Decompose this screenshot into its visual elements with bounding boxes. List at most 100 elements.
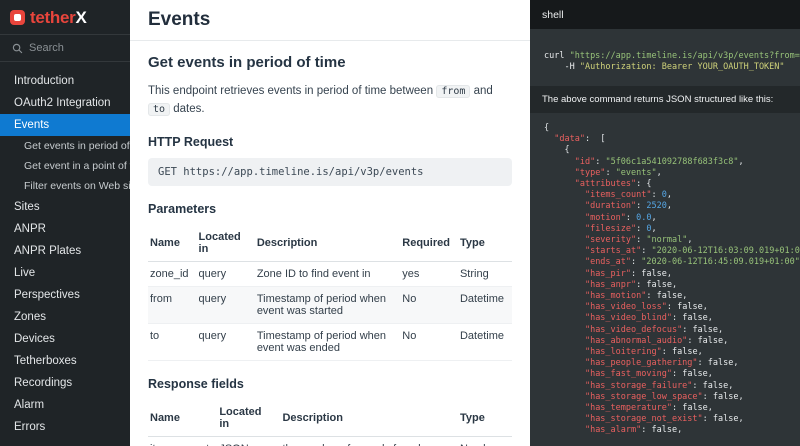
sidebar-item[interactable]: Zones <box>0 306 130 328</box>
search-box <box>0 34 130 62</box>
sidebar-item[interactable]: Alarm <box>0 394 130 416</box>
logo[interactable]: tetherX <box>0 0 130 34</box>
table-row: from query Timestamp of period when event … <box>148 286 512 324</box>
http-request-code: GET https://app.timeline.is/api/v3p/even… <box>148 157 512 186</box>
code-line: "has_motion": false, <box>584 291 688 302</box>
table-cell: String <box>457 261 512 287</box>
code-line: { <box>544 145 570 156</box>
search-icon <box>12 43 23 53</box>
table-cell: from <box>148 286 197 324</box>
code-line: "has_people_gathering": false, <box>584 358 739 369</box>
logo-brand: tether <box>30 8 76 27</box>
code-line: "has_video_defocus": false, <box>584 324 724 335</box>
page-title: Events <box>148 9 211 30</box>
logo-text: tetherX <box>30 8 87 27</box>
sidebar: tetherX IntroductionOAuth2 IntegrationEv… <box>0 0 130 446</box>
sidebar-item[interactable]: ANPR Plates <box>0 240 130 262</box>
code-panel: shell curl "https://app.timeline.is/api/… <box>530 0 800 446</box>
code-line: curl "https://app.timeline.is/api/v3p/ev… <box>544 51 800 61</box>
parameters-heading: Parameters <box>148 201 217 216</box>
sidebar-item[interactable]: Perspectives <box>0 284 130 306</box>
code-line: -H "Authorization: Bearer YOUR_OAUTH_TOK… <box>544 62 785 72</box>
table-cell: No <box>400 286 458 324</box>
column-header: Required <box>400 224 458 262</box>
content-body: Get events in period of time This endpoi… <box>130 41 530 446</box>
column-header: Description <box>254 224 401 262</box>
code-line: "duration": 2520, <box>584 201 672 212</box>
inline-code: to <box>148 102 171 116</box>
code-line: "starts_at": "2020-06-12T16:03:09.019+01… <box>584 246 800 257</box>
column-header: Name <box>148 224 197 262</box>
table-cell: Datetime <box>457 323 512 361</box>
sidebar-subitem[interactable]: Filter events on Web site <box>0 176 130 196</box>
code-line: "has_loitering": false, <box>584 347 703 358</box>
inline-code: from <box>436 85 471 98</box>
code-annotation: The above command returns JSON structure… <box>530 86 800 113</box>
section-title: Get events in period of time <box>148 54 346 71</box>
column-header: Description <box>280 399 458 437</box>
sidebar-item[interactable]: Recordings <box>0 372 130 394</box>
table-cell: JSON <box>217 436 281 446</box>
code-line: "has_anpr": false, <box>584 279 678 290</box>
code-line: "type": "events", <box>574 167 662 178</box>
table-cell: Number <box>457 436 512 446</box>
sidebar-item[interactable]: Errors <box>0 416 130 438</box>
code-line: "has_alarm": false, <box>584 425 683 436</box>
lang-tab-shell[interactable]: shell <box>542 9 564 21</box>
curl-code: curl "https://app.timeline.is/api/v3p/ev… <box>530 29 800 73</box>
code-line: { <box>544 123 550 133</box>
table-row: items_countJSONthe number of records fou… <box>148 436 512 446</box>
intro-paragraph: This endpoint retrieves events in period… <box>148 85 493 116</box>
table-cell: query <box>196 261 255 287</box>
table-cell: No <box>400 323 458 361</box>
sidebar-item[interactable]: Introduction <box>0 70 130 92</box>
sidebar-item[interactable]: OAuth2 Integration <box>0 92 130 114</box>
table-cell: to <box>148 323 197 361</box>
http-request-heading: HTTP Request <box>148 134 234 149</box>
response-table: NameLocated inDescriptionTypeitems_count… <box>148 399 512 446</box>
column-header: Name <box>148 399 218 437</box>
column-header: Located in <box>217 399 281 437</box>
sidebar-item[interactable]: Devices <box>0 328 130 350</box>
main-content: Events Get events in period of time This… <box>130 0 530 446</box>
code-line: "has_pir": false, <box>584 268 672 279</box>
code-line: "has_video_loss": false, <box>584 302 708 313</box>
json-code: { "data": [ { "id": "5f06c1a541092788f68… <box>530 113 800 446</box>
table-cell: Zone ID to find event in <box>254 261 401 287</box>
sidebar-subitem[interactable]: Get events in period of time <box>0 136 130 156</box>
page-header: Events <box>130 0 530 41</box>
search-input[interactable] <box>29 42 114 54</box>
code-line: "filesize": 0, <box>584 223 657 234</box>
table-cell: Timestamp of period when event was ended <box>254 323 401 361</box>
code-line: "has_video_blind": false, <box>584 313 713 324</box>
sidebar-item[interactable]: Tetherboxes <box>0 350 130 372</box>
code-line: "has_storage_failure": false, <box>584 380 734 391</box>
code-line: "has_storage_low_space": false, <box>584 391 744 402</box>
sidebar-item[interactable]: ANPR <box>0 218 130 240</box>
table-cell: query <box>196 323 255 361</box>
sidebar-item[interactable]: Live <box>0 262 130 284</box>
sidebar-nav: Introduction OAuth2 Integration Events Get … <box>0 62 130 438</box>
sidebar-item[interactable]: Events <box>0 114 130 136</box>
sidebar-item[interactable]: Sites <box>0 196 130 218</box>
table-row: to query Timestamp of period when event wa… <box>148 323 512 361</box>
table-cell: items_count <box>148 436 218 446</box>
column-header: Type <box>457 224 512 262</box>
table-cell: Timestamp of period when event was start… <box>254 286 401 324</box>
column-header: Located in <box>196 224 255 262</box>
code-line: "has_storage_not_exist": false, <box>584 414 744 425</box>
sidebar-subitem[interactable]: Get event in a point of time <box>0 156 130 176</box>
code-line: "motion": 0.0, <box>584 212 657 223</box>
language-bar: shell <box>530 0 800 29</box>
table-cell: zone_id <box>148 261 197 287</box>
code-line: "severity": "normal", <box>584 235 693 246</box>
response-fields-heading: Response fields <box>148 376 244 391</box>
table-row: zone_id query Zone ID to find event in yes S… <box>148 261 512 287</box>
code-line: "id": "5f06c1a541092788f683f3c8", <box>574 156 744 167</box>
code-line: "ends_at": "2020-06-12T16:45:09.019+01:0… <box>584 257 800 268</box>
logo-brand-x: X <box>75 8 87 27</box>
table-cell: query <box>196 286 255 324</box>
code-line: "attributes": { <box>574 179 652 190</box>
table-cell: Datetime <box>457 286 512 324</box>
code-line: "has_abnormal_audio": false, <box>584 335 729 346</box>
